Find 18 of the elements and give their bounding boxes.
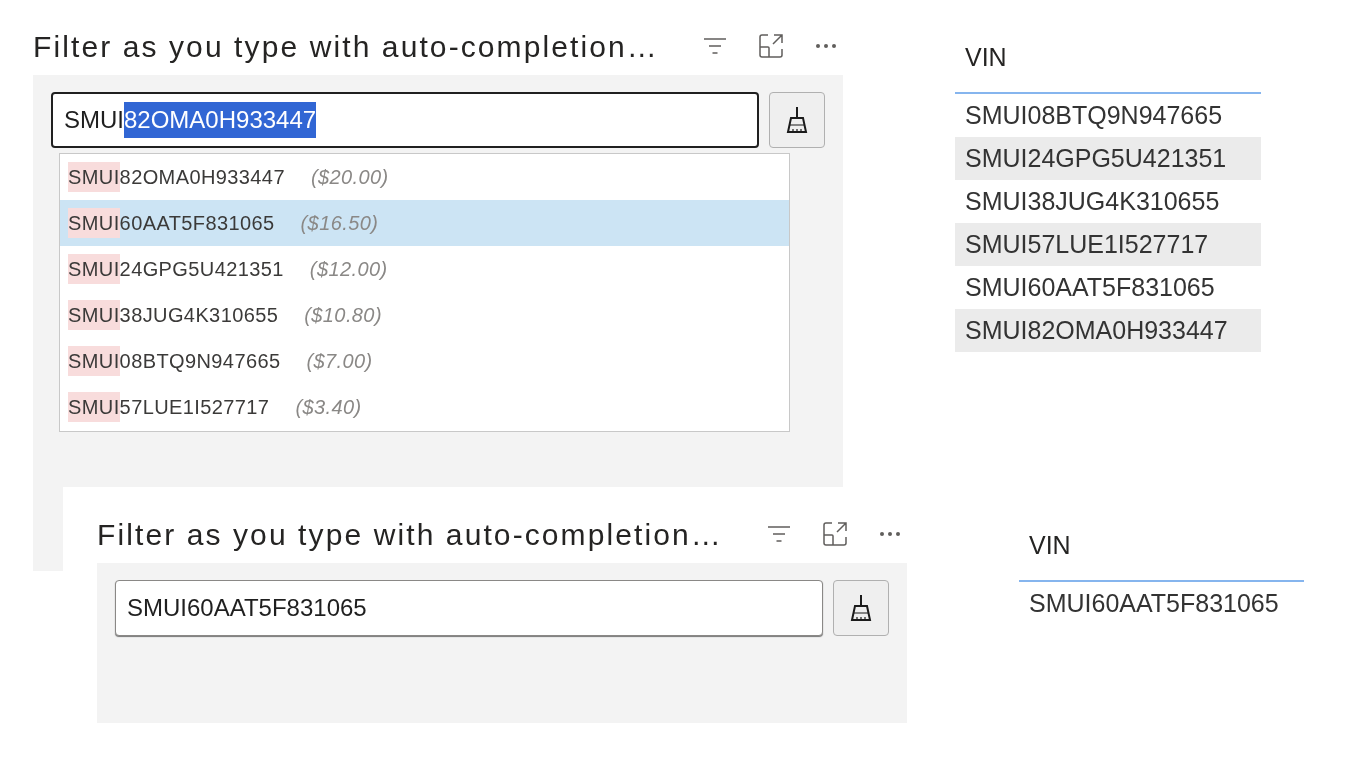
search-field[interactable]: SMUI60AAT5F831065 bbox=[115, 580, 823, 636]
suggestion-item[interactable]: SMUI60AAT5F831065 ($16.50) bbox=[60, 200, 789, 246]
filter-icon[interactable] bbox=[767, 525, 791, 543]
table-cell: SMUI24GPG5U421351 bbox=[955, 137, 1261, 180]
broom-icon bbox=[850, 594, 872, 622]
expand-icon[interactable] bbox=[759, 34, 783, 58]
table-cell: SMUI82OMA0H933447 bbox=[955, 309, 1261, 352]
broom-icon bbox=[786, 106, 808, 134]
clear-button[interactable] bbox=[769, 92, 825, 148]
more-options-icon[interactable] bbox=[879, 531, 901, 537]
visual-title: Filter as you type with auto-completion… bbox=[97, 517, 723, 551]
visual-title: Filter as you type with auto-completion… bbox=[33, 29, 659, 63]
expand-icon[interactable] bbox=[823, 522, 847, 546]
more-options-icon[interactable] bbox=[815, 43, 837, 49]
table-cell: SMUI57LUE1I527717 bbox=[955, 223, 1261, 266]
search-field[interactable]: SMUI82OMA0H933447 bbox=[51, 92, 759, 148]
clear-button[interactable] bbox=[833, 580, 889, 636]
filter-icon[interactable] bbox=[703, 37, 727, 55]
